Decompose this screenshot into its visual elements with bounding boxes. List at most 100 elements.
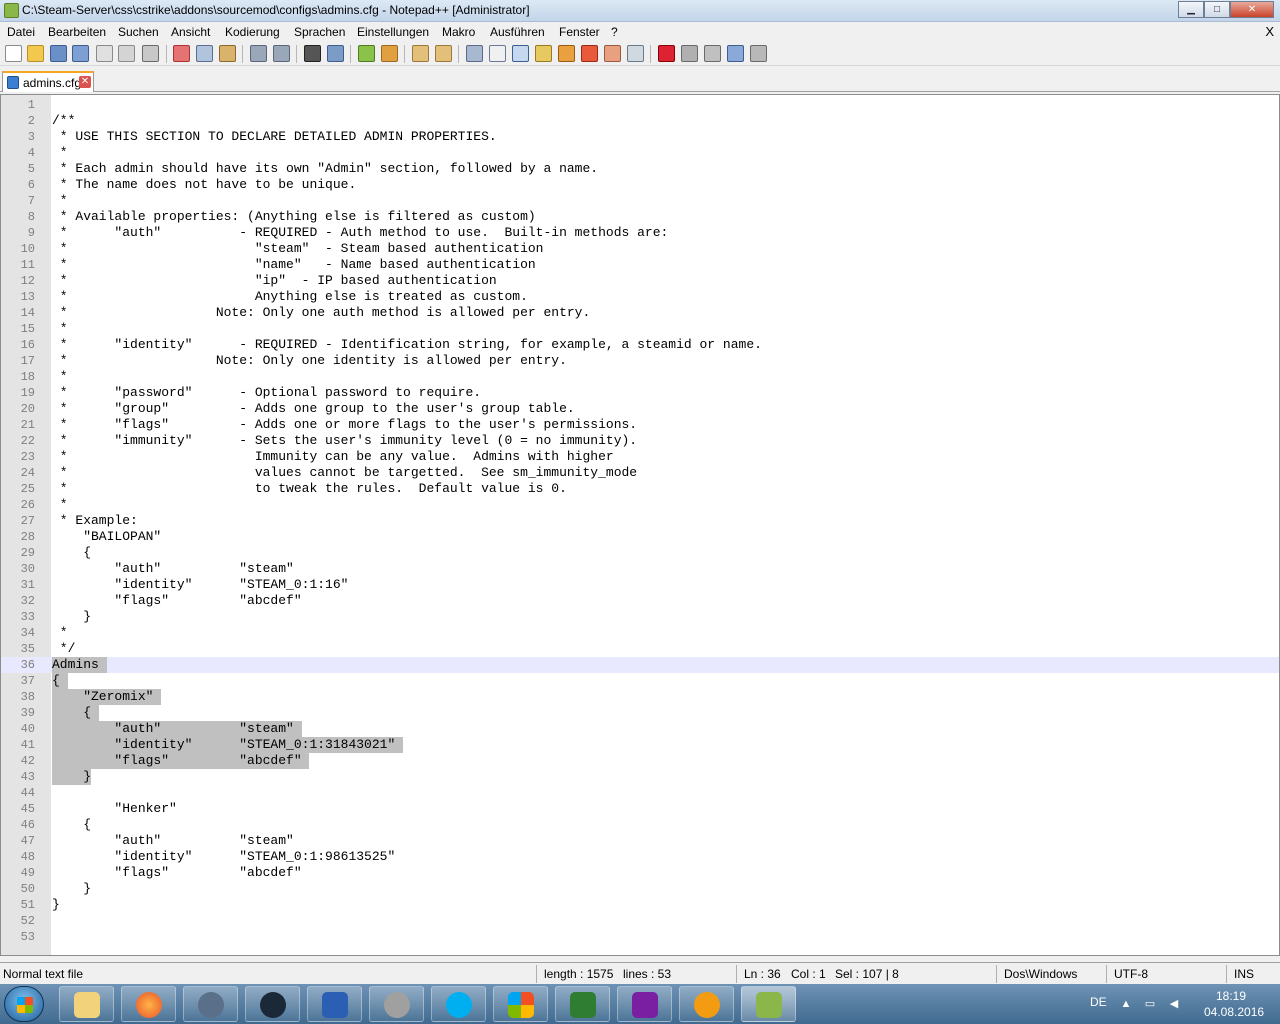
code-line[interactable]: 39 {: [1, 705, 1279, 721]
code-line[interactable]: 46 {: [1, 817, 1279, 833]
play-macro-icon[interactable]: [704, 45, 721, 62]
new-file-icon[interactable]: [5, 45, 22, 62]
code-line[interactable]: 14 * Note: Only one auth method is allow…: [1, 305, 1279, 321]
code-line[interactable]: 35 */: [1, 641, 1279, 657]
network-icon[interactable]: ▭: [1144, 998, 1156, 1010]
stop-macro-icon[interactable]: [681, 45, 698, 62]
code-line[interactable]: 25 * to tweak the rules. Default value i…: [1, 481, 1279, 497]
save-icon[interactable]: [50, 45, 67, 62]
close-button[interactable]: ✕: [1230, 1, 1274, 18]
menu-makro[interactable]: Makro: [442, 25, 475, 39]
code-line[interactable]: 7 *: [1, 193, 1279, 209]
menu-einstellungen[interactable]: Einstellungen: [357, 25, 429, 39]
folder-workspace-icon[interactable]: [581, 45, 598, 62]
cut-icon[interactable]: [173, 45, 190, 62]
print-icon[interactable]: [142, 45, 159, 62]
function-list-icon[interactable]: [558, 45, 575, 62]
indent-guide-icon[interactable]: [512, 45, 529, 62]
code-line[interactable]: 2 /**: [1, 113, 1279, 129]
taskbar-firefox[interactable]: [121, 986, 176, 1022]
code-line[interactable]: 33 }: [1, 609, 1279, 625]
code-line[interactable]: 28 "BAILOPAN": [1, 529, 1279, 545]
taskbar-steam[interactable]: [245, 986, 300, 1022]
paste-icon[interactable]: [219, 45, 236, 62]
code-line[interactable]: 38 "Zeromix": [1, 689, 1279, 705]
taskbar-half-life[interactable]: [679, 986, 734, 1022]
eye-icon[interactable]: [627, 45, 644, 62]
code-line[interactable]: 11 * "name" - Name based authentication: [1, 257, 1279, 273]
copy-icon[interactable]: [196, 45, 213, 62]
run-macro-multiple-icon[interactable]: [727, 45, 744, 62]
menu-sprachen[interactable]: Sprachen: [294, 25, 345, 39]
taskbar-word[interactable]: [307, 986, 362, 1022]
code-line[interactable]: 19 * "password" - Optional password to r…: [1, 385, 1279, 401]
code-line[interactable]: 12 * "ip" - IP based authentication: [1, 273, 1279, 289]
show-hidden-icons-icon[interactable]: ▲: [1120, 998, 1132, 1010]
code-line[interactable]: 30 "auth" "steam": [1, 561, 1279, 577]
code-line[interactable]: 26 *: [1, 497, 1279, 513]
code-line[interactable]: 18 *: [1, 369, 1279, 385]
taskbar-explorer[interactable]: [59, 986, 114, 1022]
replace-icon[interactable]: [327, 45, 344, 62]
taskbar-skype[interactable]: [431, 986, 486, 1022]
code-line[interactable]: 4 *: [1, 145, 1279, 161]
taskbar-notepadpp[interactable]: [741, 986, 796, 1022]
clock-date[interactable]: 04.08.2016: [1204, 1005, 1264, 1019]
code-line[interactable]: 36 Admins: [1, 657, 1279, 673]
code-line[interactable]: 51}: [1, 897, 1279, 913]
menu-fenster[interactable]: Fenster: [559, 25, 600, 39]
code-line[interactable]: 22 * "immunity" - Sets the user's immuni…: [1, 433, 1279, 449]
code-line[interactable]: 53: [1, 929, 1279, 945]
menu-datei[interactable]: Datei: [7, 25, 35, 39]
code-line[interactable]: 17 * Note: Only one identity is allowed …: [1, 353, 1279, 369]
close-document-button[interactable]: X: [1265, 24, 1274, 39]
code-line[interactable]: 24 * values cannot be targetted. See sm_…: [1, 465, 1279, 481]
code-line[interactable]: 40 "auth" "steam": [1, 721, 1279, 737]
code-line[interactable]: 20 * "group" - Adds one group to the use…: [1, 401, 1279, 417]
code-line[interactable]: 48 "identity" "STEAM_0:1:98613525": [1, 849, 1279, 865]
code-line[interactable]: 47 "auth" "steam": [1, 833, 1279, 849]
code-line[interactable]: 34 *: [1, 625, 1279, 641]
minimize-button[interactable]: ▁: [1178, 1, 1204, 18]
clock-time[interactable]: 18:19: [1216, 989, 1246, 1003]
save-all-icon[interactable]: [72, 45, 89, 62]
taskbar-windows-manager[interactable]: [493, 986, 548, 1022]
code-line[interactable]: 50 }: [1, 881, 1279, 897]
code-line[interactable]: 31 "identity" "STEAM_0:1:16": [1, 577, 1279, 593]
code-line[interactable]: 1: [1, 97, 1279, 113]
open-file-icon[interactable]: [27, 45, 44, 62]
zoom-out-icon[interactable]: [381, 45, 398, 62]
sync-horizontal-icon[interactable]: [435, 45, 452, 62]
taskbar-speaker[interactable]: [369, 986, 424, 1022]
code-line[interactable]: 37 {: [1, 673, 1279, 689]
code-line[interactable]: 44: [1, 785, 1279, 801]
close-icon[interactable]: [96, 45, 113, 62]
code-line[interactable]: 5 * Each admin should have its own "Admi…: [1, 161, 1279, 177]
menu-ansicht[interactable]: Ansicht: [171, 25, 210, 39]
taskbar-winrar[interactable]: [617, 986, 672, 1022]
close-all-icon[interactable]: [118, 45, 135, 62]
doc-map-icon[interactable]: [535, 45, 552, 62]
menu-help[interactable]: ?: [611, 25, 618, 39]
show-all-chars-icon[interactable]: [489, 45, 506, 62]
code-line[interactable]: 27 * Example:: [1, 513, 1279, 529]
code-line[interactable]: 9 * "auth" - REQUIRED - Auth method to u…: [1, 225, 1279, 241]
code-line[interactable]: 23 * Immunity can be any value. Admins w…: [1, 449, 1279, 465]
tab-close-icon[interactable]: ✕: [79, 76, 91, 88]
code-line[interactable]: 49 "flags" "abcdef": [1, 865, 1279, 881]
code-line[interactable]: 15 *: [1, 321, 1279, 337]
code-line[interactable]: 52: [1, 913, 1279, 929]
word-wrap-icon[interactable]: [466, 45, 483, 62]
code-line[interactable]: 10 * "steam" - Steam based authenticatio…: [1, 241, 1279, 257]
save-macro-icon[interactable]: [750, 45, 767, 62]
zoom-in-icon[interactable]: [358, 45, 375, 62]
code-line[interactable]: 8 * Available properties: (Anything else…: [1, 209, 1279, 225]
start-button[interactable]: [4, 986, 44, 1022]
record-macro-icon[interactable]: [658, 45, 675, 62]
monitoring-icon[interactable]: [604, 45, 621, 62]
menu-bearbeiten[interactable]: Bearbeiten: [48, 25, 106, 39]
volume-icon[interactable]: ◀: [1168, 998, 1180, 1010]
menu-kodierung[interactable]: Kodierung: [225, 25, 280, 39]
text-editor[interactable]: 1 2/** 3 * USE THIS SECTION TO DECLARE DET…: [0, 94, 1280, 956]
code-line[interactable]: 45 "Henker": [1, 801, 1279, 817]
